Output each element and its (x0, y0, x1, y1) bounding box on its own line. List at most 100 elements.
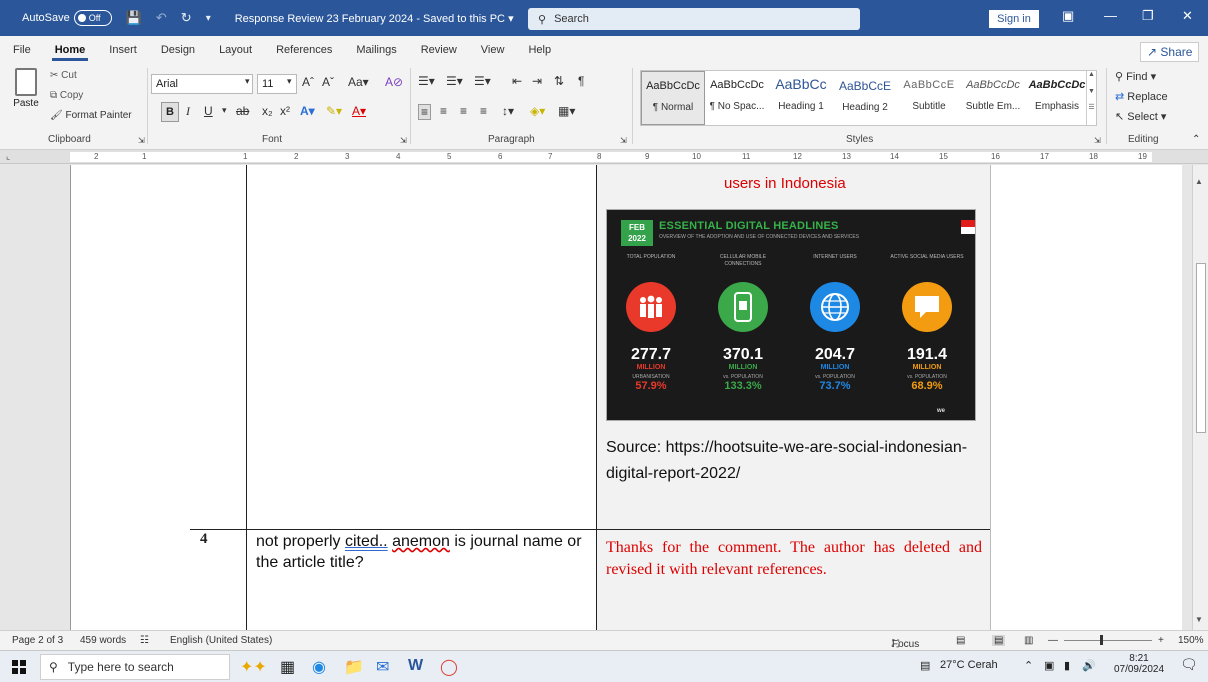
spelling-flagged-word[interactable]: anemon (392, 533, 450, 550)
style-subtle-emphasis[interactable]: AaBbCcDc Subtle Em... (961, 71, 1025, 125)
underline-icon[interactable]: U (204, 104, 213, 118)
multilevel-list-icon[interactable]: ☰▾ (474, 74, 491, 88)
volume-icon[interactable]: 🔊 (1082, 659, 1096, 672)
clear-formatting-icon[interactable]: A⊘ (385, 75, 403, 89)
language-status[interactable]: English (United States) (170, 635, 272, 646)
font-color-icon[interactable]: A▾ (352, 104, 366, 118)
autosave-toggle[interactable]: Off (73, 10, 112, 26)
select-button[interactable]: ↖ Select ▾ (1115, 110, 1166, 123)
bullets-icon[interactable]: ☰▾ (418, 74, 435, 88)
font-name-select[interactable]: Arial (151, 74, 253, 94)
align-left-icon[interactable]: ≡ (418, 104, 432, 120)
text-effects-icon[interactable]: A▾ (300, 104, 315, 118)
style-emphasis[interactable]: AaBbCcDc Emphasis (1025, 71, 1089, 125)
document-area[interactable]: users in Indonesia FEB 2022 ESSENTIAL DIG… (0, 165, 1192, 630)
ribbon-display-icon[interactable]: ▣ (1062, 8, 1074, 24)
decrease-indent-icon[interactable]: ⇤ (512, 74, 522, 88)
grow-font-icon[interactable]: Aˆ (302, 75, 314, 89)
bold-button[interactable]: B (161, 102, 179, 122)
borders-icon[interactable]: ▦▾ (558, 104, 575, 118)
task-view-icon[interactable]: ▦ (280, 657, 295, 677)
tab-home[interactable]: Home (51, 40, 89, 61)
scroll-up-icon[interactable]: ▲ (1195, 177, 1203, 186)
file-explorer-icon[interactable]: 📁 (344, 657, 364, 677)
close-icon[interactable]: ✕ (1182, 8, 1193, 24)
save-icon[interactable]: 💾 (126, 10, 142, 26)
collapse-ribbon-icon[interactable]: ⌃ (1192, 134, 1200, 145)
redo-icon[interactable]: ↻ (181, 10, 192, 26)
zoom-slider-track[interactable] (1064, 640, 1152, 641)
undo-icon[interactable]: ↶ (156, 10, 167, 26)
word-app-icon[interactable]: W (408, 657, 423, 675)
chevron-up-icon[interactable]: ⌃ (1024, 659, 1033, 672)
tab-design[interactable]: Design (158, 40, 198, 60)
zoom-level[interactable]: 150% (1178, 635, 1204, 646)
style-no-spacing[interactable]: AaBbCcDc ¶ No Spac... (705, 71, 769, 125)
read-mode-icon[interactable]: ▤ (956, 635, 965, 646)
infographic-image[interactable]: FEB 2022 ESSENTIAL DIGITAL HEADLINES OVER… (606, 209, 976, 421)
edge-browser-icon[interactable]: ◉ (312, 657, 326, 677)
zoom-slider-thumb[interactable] (1100, 635, 1103, 645)
highlight-icon[interactable]: ✎▾ (326, 104, 342, 118)
chrome-browser-icon[interactable]: ◯ (440, 657, 458, 677)
zoom-out-icon[interactable]: — (1048, 635, 1058, 646)
replace-button[interactable]: ⇄ Replace (1115, 90, 1168, 103)
grammar-flagged-word[interactable]: cited.. (345, 533, 388, 550)
windows-start-icon[interactable] (12, 660, 26, 674)
tab-file[interactable]: File (10, 40, 34, 60)
line-spacing-icon[interactable]: ↕▾ (502, 104, 514, 118)
tab-review[interactable]: Review (418, 40, 460, 60)
shrink-font-icon[interactable]: Aˇ (322, 75, 334, 89)
italic-icon[interactable]: I (186, 104, 190, 119)
strikethrough-icon[interactable]: ab (236, 104, 249, 118)
numbering-icon[interactable]: ☰▾ (446, 74, 463, 88)
styles-scroll[interactable]: ▲ ▼ ☰ (1086, 71, 1096, 125)
increase-indent-icon[interactable]: ⇥ (532, 74, 542, 88)
clock[interactable]: 8:21 07/09/2024 (1112, 653, 1166, 675)
mail-icon[interactable]: ✉ (376, 657, 389, 677)
share-button[interactable]: ↗ Share (1140, 42, 1200, 62)
cut-button[interactable]: ✂ Cut (50, 70, 77, 81)
justify-icon[interactable]: ≡ (480, 104, 487, 118)
dialog-launcher-icon[interactable]: ⇲ (400, 136, 407, 145)
format-painter-button[interactable]: 🖌 Format Painter (50, 110, 132, 121)
copy-button[interactable]: ⧉ Copy (50, 90, 83, 101)
find-button[interactable]: ⚲ Find ▾ (1115, 70, 1156, 83)
style-heading-2[interactable]: AaBbCcE Heading 2 (833, 71, 897, 125)
dialog-launcher-icon[interactable]: ⇲ (620, 136, 627, 145)
web-layout-icon[interactable]: ▥ (1024, 635, 1033, 646)
scrollbar-thumb[interactable] (1196, 263, 1206, 433)
sort-icon[interactable]: ⇅ (554, 74, 564, 88)
sparkle-icon[interactable]: ✦✦ (240, 657, 267, 677)
minimize-icon[interactable]: — (1104, 8, 1117, 23)
align-right-icon[interactable]: ≡ (460, 104, 467, 118)
network-icon[interactable]: ▣ (1044, 659, 1054, 672)
scroll-down-icon[interactable]: ▼ (1195, 615, 1203, 624)
dialog-launcher-icon[interactable]: ⇲ (1094, 136, 1101, 145)
notifications-icon[interactable]: 🗨 (1180, 656, 1198, 673)
style-normal[interactable]: AaBbCcDc ¶ Normal (641, 71, 705, 125)
subscript-icon[interactable]: x₂ (262, 104, 273, 118)
tab-help[interactable]: Help (525, 40, 554, 60)
tab-references[interactable]: References (273, 40, 335, 60)
print-layout-icon[interactable]: ▤ (992, 635, 1006, 646)
battery-icon[interactable]: ▮ (1064, 659, 1070, 672)
style-subtitle[interactable]: AaBbCcE Subtitle (897, 71, 961, 125)
zoom-in-icon[interactable]: + (1158, 635, 1164, 646)
paste-button[interactable]: Paste (12, 68, 40, 109)
align-center-icon[interactable]: ≡ (440, 104, 447, 118)
superscript-icon[interactable]: x² (280, 104, 290, 118)
vertical-scrollbar[interactable]: ▲ ▼ (1192, 165, 1208, 630)
tab-layout[interactable]: Layout (216, 40, 255, 60)
change-case-icon[interactable]: Aa▾ (348, 75, 369, 89)
dialog-launcher-icon[interactable]: ⇲ (138, 136, 145, 145)
search-box[interactable]: ⚲ Search (528, 8, 860, 30)
style-heading-1[interactable]: AaBbCc Heading 1 (769, 71, 833, 125)
tab-view[interactable]: View (478, 40, 508, 60)
tab-insert[interactable]: Insert (106, 40, 140, 60)
horizontal-ruler[interactable]: ⌞ 2 1 1 2 3 4 5 6 7 8 9 10 11 12 13 14 1… (0, 150, 1208, 164)
sign-in-button[interactable]: Sign in (989, 10, 1039, 28)
weather-icon[interactable]: ▤ (920, 659, 930, 672)
shading-icon[interactable]: ◈▾ (530, 104, 545, 118)
weather-status[interactable]: 27°C Cerah (940, 659, 998, 671)
